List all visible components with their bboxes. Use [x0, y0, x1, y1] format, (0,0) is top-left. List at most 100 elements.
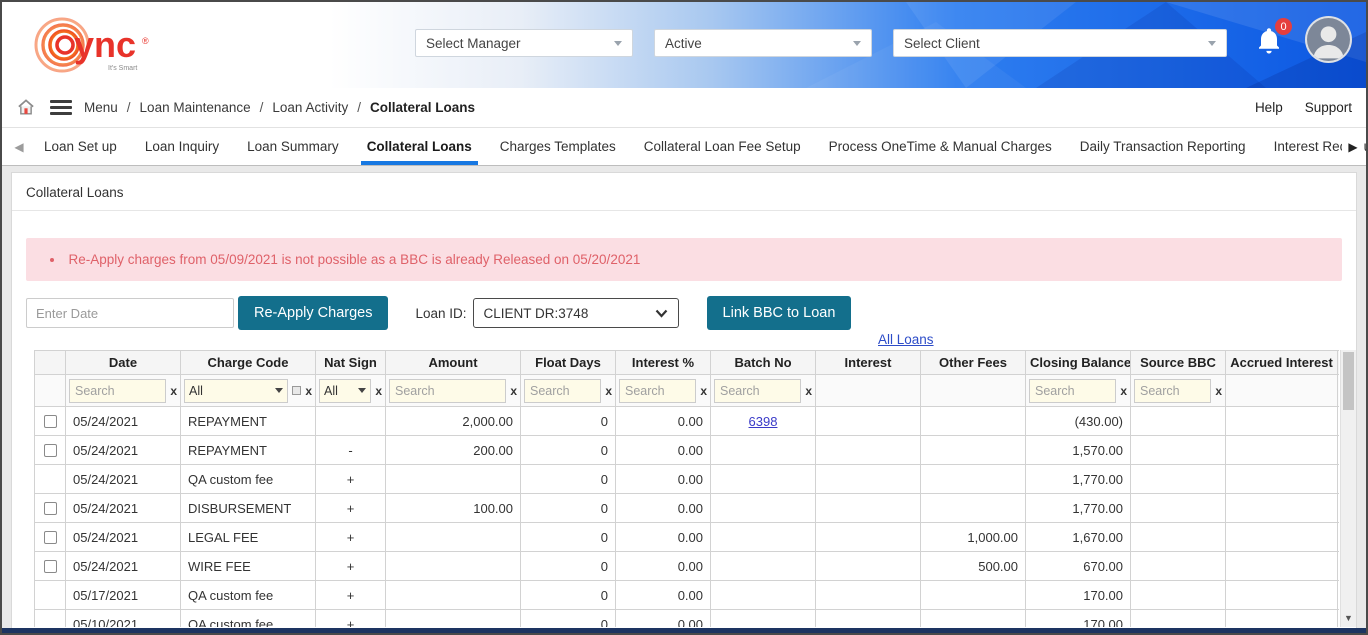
cell-batch-no [711, 581, 816, 610]
cell-amount [386, 581, 521, 610]
column-header-accrued-interest[interactable]: Accrued Interest [1226, 351, 1338, 375]
filter-clear-icon-source-bbc[interactable]: x [1215, 384, 1222, 398]
column-header-batch-no[interactable]: Batch No [711, 351, 816, 375]
filter-search-input-float-days[interactable] [524, 379, 601, 403]
filter-search-input-closing-balance[interactable] [1029, 379, 1116, 403]
action-row: Re-Apply Charges Loan ID: CLIENT DR:3748… [26, 296, 1342, 330]
column-header-closing-balance[interactable]: Closing Balance [1026, 351, 1131, 375]
tab-loan-inquiry[interactable]: Loan Inquiry [131, 128, 233, 165]
filter-cell-interest-pct: x [616, 375, 711, 407]
loan-id-dropdown[interactable]: CLIENT DR:3748 [473, 298, 679, 328]
tabs-scroll-right-icon[interactable]: ▶ [1342, 128, 1364, 165]
filter-options-icon[interactable] [292, 386, 301, 395]
tab-loan-set-up[interactable]: Loan Set up [30, 128, 131, 165]
column-header-float-days[interactable]: Float Days [521, 351, 616, 375]
help-link[interactable]: Help [1255, 100, 1283, 115]
filter-clear-icon-date[interactable]: x [170, 384, 177, 398]
cell-other-fees [921, 494, 1026, 523]
column-header-clipped-column[interactable]: A [1338, 351, 1340, 375]
scrollbar-thumb[interactable] [1343, 352, 1354, 410]
column-header-other-fees[interactable]: Other Fees [921, 351, 1026, 375]
tab-daily-transaction-reporting[interactable]: Daily Transaction Reporting [1066, 128, 1260, 165]
cell-amount: 100.00 [386, 494, 521, 523]
cell-clipped-column [1338, 581, 1340, 610]
cell-interest [816, 523, 921, 552]
filter-clear-icon-nat-sign[interactable]: x [375, 384, 382, 398]
filter-clear-icon-closing-balance[interactable]: x [1120, 384, 1127, 398]
column-header-interest-pct[interactable]: Interest % [616, 351, 711, 375]
cell-interest-pct: 0.00 [616, 407, 711, 436]
table-row: 05/24/2021DISBURSEMENT+100.0000.001,770.… [35, 494, 1340, 523]
filter-search-input-source-bbc[interactable] [1134, 379, 1211, 403]
loans-table: DateCharge CodeNat SignAmountFloat DaysI… [34, 350, 1339, 627]
filter-clear-icon-interest-pct[interactable]: x [700, 384, 707, 398]
row-checkbox[interactable] [44, 415, 57, 428]
scrollbar-down-arrow-icon[interactable]: ▼ [1341, 613, 1356, 623]
cell-accrued-interest [1226, 436, 1338, 465]
batch-no-link[interactable]: 6398 [749, 414, 778, 429]
row-checkbox[interactable] [44, 560, 57, 573]
row-select-cell [35, 494, 66, 523]
status-dropdown[interactable]: Active [654, 29, 872, 57]
filter-cell-closing-balance: x [1026, 375, 1131, 407]
filter-search-input-interest-pct[interactable] [619, 379, 696, 403]
tab-loan-summary[interactable]: Loan Summary [233, 128, 353, 165]
row-checkbox[interactable] [44, 444, 57, 457]
hamburger-menu-icon[interactable] [50, 100, 72, 115]
cell-source-bbc [1131, 581, 1226, 610]
filter-search-input-amount[interactable] [389, 379, 506, 403]
row-checkbox[interactable] [44, 531, 57, 544]
tab-process-onetime-manual-charges[interactable]: Process OneTime & Manual Charges [815, 128, 1066, 165]
breadcrumb-item-loan-maintenance[interactable]: Loan Maintenance [140, 100, 251, 115]
cell-other-fees [921, 436, 1026, 465]
filter-clear-icon-float-days[interactable]: x [605, 384, 612, 398]
link-bbc-to-loan-button[interactable]: Link BBC to Loan [707, 296, 852, 330]
all-loans-link[interactable]: All Loans [878, 332, 934, 347]
cell-date: 05/24/2021 [66, 465, 181, 494]
tab-collateral-loans[interactable]: Collateral Loans [353, 128, 486, 165]
row-select-cell [35, 436, 66, 465]
filter-clear-icon-batch-no[interactable]: x [805, 384, 812, 398]
cell-nat-sign [316, 407, 386, 436]
filter-cell-clipped-column [1338, 375, 1340, 407]
filter-select-nat-sign[interactable]: All [319, 379, 371, 403]
filter-search-input-batch-no[interactable] [714, 379, 801, 403]
filter-cell-nat-sign: Allx [316, 375, 386, 407]
cell-source-bbc [1131, 610, 1226, 628]
filter-search-input-date[interactable] [69, 379, 166, 403]
cell-source-bbc [1131, 436, 1226, 465]
filter-clear-icon-charge-code[interactable]: x [305, 384, 312, 398]
tab-collateral-loan-fee-setup[interactable]: Collateral Loan Fee Setup [630, 128, 815, 165]
reapply-charges-button[interactable]: Re-Apply Charges [238, 296, 388, 330]
tabs-scroll-left-icon[interactable]: ◀ [8, 128, 30, 165]
cell-source-bbc [1131, 465, 1226, 494]
select-client-dropdown[interactable]: Select Client [893, 29, 1227, 57]
cell-float-days: 0 [521, 610, 616, 628]
column-header-nat-sign[interactable]: Nat Sign [316, 351, 386, 375]
vertical-scrollbar[interactable]: ▼ [1340, 350, 1356, 627]
column-header-date[interactable]: Date [66, 351, 181, 375]
tab-charges-templates[interactable]: Charges Templates [486, 128, 630, 165]
user-avatar[interactable] [1305, 16, 1352, 63]
cell-clipped-column [1338, 552, 1340, 581]
row-checkbox[interactable] [44, 502, 57, 515]
column-header-select[interactable] [35, 351, 66, 375]
cell-amount [386, 465, 521, 494]
cell-nat-sign: + [316, 523, 386, 552]
home-icon[interactable] [16, 98, 36, 117]
column-header-source-bbc[interactable]: Source BBC [1131, 351, 1226, 375]
breadcrumb-item-loan-activity[interactable]: Loan Activity [272, 100, 348, 115]
filter-select-charge-code[interactable]: All [184, 379, 288, 403]
filter-clear-icon-amount[interactable]: x [510, 384, 517, 398]
filter-cell-interest [816, 375, 921, 407]
notifications-button[interactable]: 0 [1254, 26, 1288, 60]
select-manager-dropdown[interactable]: Select Manager [415, 29, 633, 57]
column-header-charge-code[interactable]: Charge Code [181, 351, 316, 375]
breadcrumb-item-collateral-loans[interactable]: Collateral Loans [370, 100, 475, 115]
table-row: 05/24/2021QA custom fee+00.001,770.00 [35, 465, 1340, 494]
column-header-interest[interactable]: Interest [816, 351, 921, 375]
column-header-amount[interactable]: Amount [386, 351, 521, 375]
date-input[interactable] [26, 298, 234, 328]
cell-amount: 2,000.00 [386, 407, 521, 436]
support-link[interactable]: Support [1305, 100, 1352, 115]
